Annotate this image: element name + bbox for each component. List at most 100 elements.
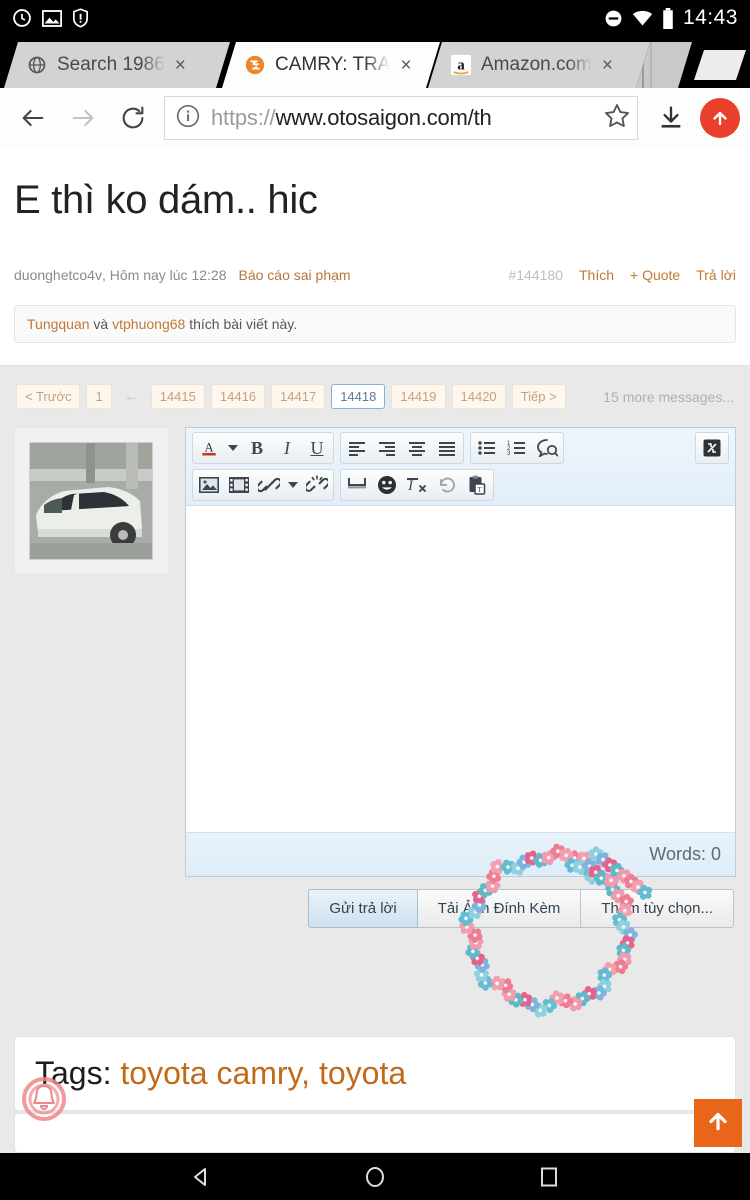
report-post-link[interactable]: Báo cáo sai phạm — [238, 267, 350, 283]
like-link[interactable]: Thích — [579, 267, 614, 283]
upload-attachment-button[interactable]: Tải Ảnh Đính Kèm — [417, 889, 582, 928]
pagination-page-1[interactable]: 1 — [86, 384, 112, 409]
pagination-bar: < Trước 1 ← 14415 14416 14417 14418 1441… — [0, 366, 750, 427]
page-title: E thì ko dám.. hic — [14, 178, 318, 222]
pagination-page-current[interactable]: 14418 — [331, 384, 386, 409]
insert-link-icon[interactable] — [254, 471, 284, 499]
avatar — [14, 427, 169, 575]
pagination-next[interactable]: Tiếp > — [511, 384, 566, 409]
toggle-bbcode-icon[interactable] — [697, 434, 727, 462]
pagination-page[interactable]: 14419 — [391, 384, 446, 409]
toolbar-group-text-style: A B I U — [192, 432, 334, 464]
submit-reply-button[interactable]: Gửi trả lời — [308, 889, 418, 928]
underline-icon[interactable]: U — [302, 434, 332, 462]
remove-formatting-icon[interactable]: I — [402, 471, 432, 499]
insert-video-icon[interactable] — [224, 471, 254, 499]
svg-text:a: a — [457, 58, 465, 74]
options-up-icon[interactable] — [700, 98, 740, 138]
text-color-dropdown-icon[interactable] — [224, 434, 242, 462]
toolbar-group-editor-mode — [695, 432, 729, 464]
status-bar-right-icons: 14:43 — [604, 6, 738, 30]
pagination-page[interactable]: 14415 — [150, 384, 205, 409]
pagination-page[interactable]: 14416 — [210, 384, 266, 409]
info-circle-icon[interactable] — [175, 103, 201, 134]
back-arrow-icon[interactable] — [10, 95, 56, 141]
align-right-icon[interactable] — [372, 434, 402, 462]
paste-text-icon[interactable]: T — [462, 471, 492, 499]
scroll-to-top-arrow-icon — [705, 1108, 731, 1139]
browser-tab-search-1986[interactable]: Search 1986 × — [4, 42, 230, 88]
ellipsis-arrow-icon: ← — [123, 388, 139, 405]
close-icon[interactable]: × — [400, 56, 411, 75]
reply-body-textarea[interactable] — [186, 506, 735, 832]
scroll-to-top-button[interactable] — [694, 1099, 742, 1147]
align-center-icon[interactable] — [402, 434, 432, 462]
avatar-image-camry — [29, 442, 153, 560]
numbered-list-icon[interactable]: 123 — [502, 434, 532, 462]
bold-icon[interactable]: B — [242, 434, 272, 462]
url-scheme: https:// — [211, 105, 276, 130]
forward-arrow-icon — [60, 95, 106, 141]
star-icon[interactable] — [603, 102, 631, 135]
editor-toolbar-row-1: A B I U 1 2 3 — [192, 432, 729, 464]
quote-bubble-icon[interactable] — [532, 434, 562, 462]
reply-action-buttons: Gửi trả lời Tải Ảnh Đính Kèm Thêm tùy ch… — [0, 877, 750, 928]
browser-tab-amazon[interactable]: a Amazon.com × — [428, 42, 650, 88]
word-count-bar: Words: 0 — [186, 832, 735, 876]
tags-value[interactable]: toyota camry, toyota — [120, 1055, 406, 1091]
shield-warning-icon — [72, 8, 89, 28]
text-color-icon[interactable]: A — [194, 434, 224, 462]
more-options-button[interactable]: Thêm tùy chọn... — [581, 889, 734, 928]
browser-tab-strip: Search 1986 × CAMRY: TRA × a Amazon.com … — [0, 36, 750, 88]
liker-user-2[interactable]: vtphuong68 — [112, 316, 185, 332]
quote-link[interactable]: + Quote — [630, 267, 680, 283]
close-icon[interactable]: × — [175, 56, 186, 75]
toolbar-group-lists: 123 — [470, 432, 564, 464]
word-count-label: Words: 0 — [649, 844, 721, 864]
reply-link[interactable]: Trả lời — [696, 267, 736, 283]
globe-icon — [26, 54, 48, 76]
screenshot-image-icon — [42, 9, 62, 27]
nav-recents-square-icon[interactable] — [537, 1165, 561, 1189]
svg-text:3: 3 — [507, 451, 511, 456]
reply-editor: A B I U 1 2 3 I T Words: 0 — [185, 427, 736, 877]
pagination-prev[interactable]: < Trước — [16, 384, 81, 409]
bullet-list-icon[interactable] — [472, 434, 502, 462]
android-status-bar: 14:43 — [0, 0, 750, 36]
svg-text:I: I — [407, 478, 414, 494]
nav-back-triangle-icon[interactable] — [189, 1165, 213, 1189]
italic-icon[interactable]: I — [272, 434, 302, 462]
download-icon[interactable] — [648, 104, 694, 132]
align-justify-icon[interactable] — [432, 434, 462, 462]
editor-toolbar-row-2: I T — [192, 469, 729, 501]
post-author[interactable]: duonghetco4v — [14, 267, 102, 283]
tab-title: Amazon.com — [481, 54, 592, 75]
tab-title: CAMRY: TRA — [275, 54, 391, 75]
amazon-a-icon: a — [450, 54, 472, 76]
liker-user-1[interactable]: Tungquan — [27, 316, 90, 332]
unlink-icon[interactable] — [302, 471, 332, 499]
link-dropdown-icon[interactable] — [284, 471, 302, 499]
address-bar-url: https://www.otosaigon.com/th — [211, 105, 599, 131]
pagination-page[interactable]: 14420 — [451, 384, 506, 409]
web-page-viewport: E thì ko dám.. hic duonghetco4v , Hôm na… — [0, 148, 750, 1153]
do-not-disturb-icon — [604, 9, 623, 28]
new-tab-button[interactable] — [694, 50, 746, 80]
post-number[interactable]: #144180 — [508, 267, 563, 283]
insert-image-icon[interactable] — [194, 471, 224, 499]
battery-icon — [662, 7, 674, 29]
horizontal-rule-icon[interactable] — [342, 471, 372, 499]
align-left-icon[interactable] — [342, 434, 372, 462]
wifi-icon — [632, 10, 653, 26]
reload-icon[interactable] — [110, 95, 156, 141]
address-bar[interactable]: https://www.otosaigon.com/th — [164, 96, 638, 140]
more-messages-notice[interactable]: 15 more messages... — [603, 389, 734, 405]
nav-home-circle-icon[interactable] — [363, 1165, 387, 1189]
close-icon[interactable]: × — [602, 56, 613, 75]
forum-post: E thì ko dám.. hic duonghetco4v , Hôm na… — [0, 148, 750, 366]
emoji-icon[interactable] — [372, 471, 402, 499]
undo-icon[interactable] — [432, 471, 462, 499]
svg-text:A: A — [204, 440, 213, 454]
browser-tab-camry[interactable]: CAMRY: TRA × — [222, 42, 440, 88]
pagination-page[interactable]: 14417 — [271, 384, 326, 409]
